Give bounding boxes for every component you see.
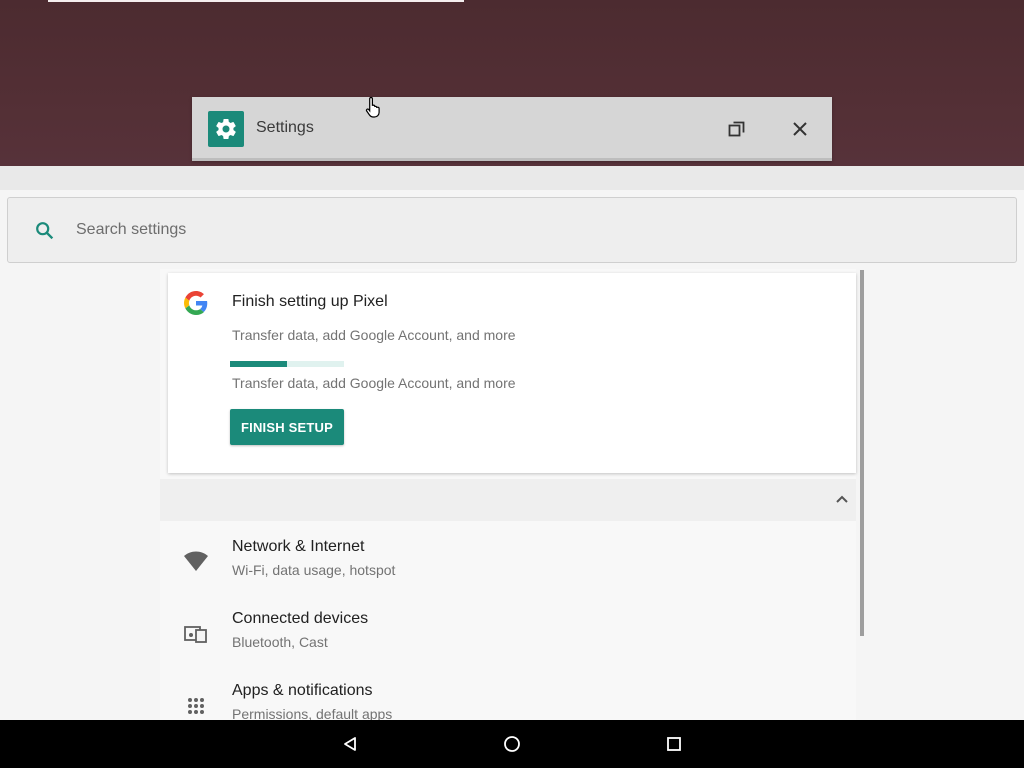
- app-bar-strip: [0, 166, 1024, 190]
- close-icon: [793, 122, 807, 136]
- back-icon: [344, 737, 356, 751]
- window-title: Settings: [256, 119, 314, 136]
- recents-button[interactable]: [662, 732, 686, 756]
- list-item-subtitle: Wi-Fi, data usage, hotspot: [232, 562, 396, 578]
- search-input[interactable]: Search settings: [76, 221, 186, 239]
- android-navigation-bar: [0, 720, 1024, 768]
- settings-item-connected-devices[interactable]: Connected devices Bluetooth, Cast: [168, 610, 828, 670]
- card-progress-subtitle: Transfer data, add Google Account, and m…: [232, 375, 516, 391]
- content-scrollbar[interactable]: [860, 270, 864, 636]
- home-button[interactable]: [500, 732, 524, 756]
- chevron-up-icon[interactable]: [834, 491, 850, 507]
- devices-icon: [182, 620, 210, 648]
- list-item-subtitle: Permissions, default apps: [232, 706, 393, 720]
- close-window-button[interactable]: [786, 115, 814, 143]
- google-logo-icon: [184, 291, 208, 315]
- hand-cursor-icon: [365, 96, 380, 118]
- settings-item-network[interactable]: Network & Internet Wi-Fi, data usage, ho…: [168, 538, 828, 598]
- settings-item-apps[interactable]: Apps & notifications Permissions, defaul…: [168, 682, 828, 720]
- list-item-title: Network & Internet: [232, 538, 365, 555]
- search-bar[interactable]: Search settings: [7, 197, 1017, 263]
- list-item-subtitle: Bluetooth, Cast: [232, 634, 328, 650]
- recents-icon: [667, 737, 681, 751]
- card-title: Finish setting up Pixel: [232, 293, 388, 310]
- wallpaper-strip: [48, 0, 464, 2]
- window-titlebar[interactable]: Settings: [192, 97, 832, 161]
- list-item-title: Apps & notifications: [232, 682, 373, 699]
- restore-window-icon: [728, 121, 745, 137]
- search-icon: [36, 222, 54, 240]
- apps-grid-icon: [182, 692, 210, 720]
- settings-gear-icon: [208, 111, 244, 147]
- suggestions-collapse-row[interactable]: [160, 479, 856, 521]
- suggestion-card: Finish setting up Pixel Transfer data, a…: [168, 273, 856, 473]
- restore-window-button[interactable]: [723, 115, 751, 143]
- finish-setup-button[interactable]: FINISH SETUP: [230, 409, 344, 445]
- setup-progress-fill: [230, 361, 287, 367]
- back-button[interactable]: [338, 732, 362, 756]
- list-item-title: Connected devices: [232, 610, 369, 627]
- home-icon: [504, 736, 520, 752]
- card-subtitle: Transfer data, add Google Account, and m…: [232, 327, 516, 343]
- setup-progress-bar: [230, 361, 344, 367]
- wifi-icon: [182, 548, 210, 576]
